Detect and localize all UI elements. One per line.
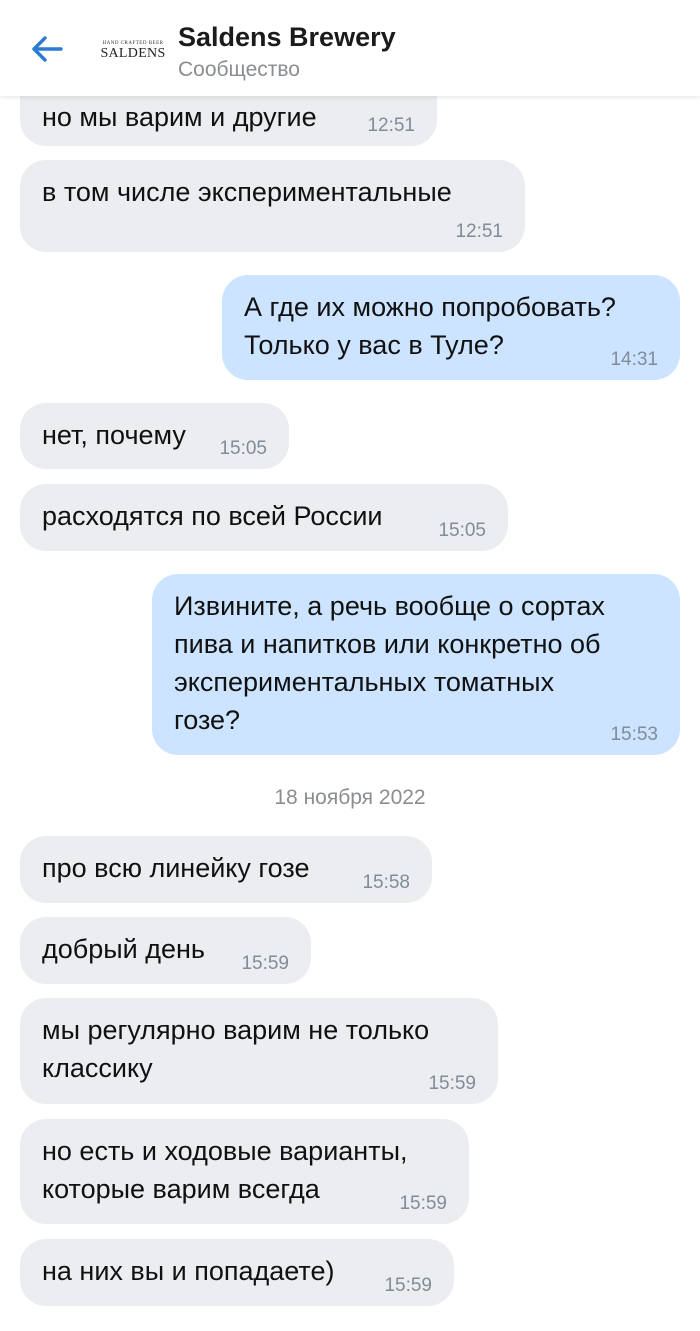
- message-time: 12:51: [367, 115, 415, 136]
- message-bubble[interactable]: мы регулярно варим не только классику 15…: [20, 998, 498, 1104]
- message-text: добрый день: [42, 934, 205, 964]
- message-text: на них вы и попадаете): [42, 1256, 335, 1286]
- message-time: 15:05: [219, 438, 267, 459]
- message-time: 14:31: [610, 349, 658, 370]
- message-text: А где их можно попробовать? Только у вас…: [244, 292, 616, 360]
- message-bubble[interactable]: про всю линейку гозе 15:58: [20, 836, 432, 903]
- message-bubble[interactable]: расходятся по всей России 15:05: [20, 484, 508, 551]
- message-text: в том числе экспериментальные: [42, 177, 452, 207]
- message-time: 15:53: [610, 724, 658, 745]
- message-text: расходятся по всей России: [42, 501, 383, 531]
- arrow-left-icon: [32, 36, 63, 62]
- message-bubble[interactable]: А где их можно попробовать? Только у вас…: [222, 275, 680, 380]
- chat-title[interactable]: Saldens Brewery: [178, 22, 396, 53]
- message-time: 15:59: [399, 1193, 447, 1214]
- message-text: Извините, а речь вообще о сортах пива и …: [174, 591, 605, 735]
- message-time: 15:59: [428, 1073, 476, 1094]
- message-bubble[interactable]: нет, почему 15:05: [20, 403, 289, 469]
- logo-wordmark: SALDENS: [100, 46, 166, 61]
- message-text: но есть и ходовые варианты, которые вари…: [42, 1136, 408, 1204]
- message-text: нет, почему: [42, 420, 186, 450]
- community-logo[interactable]: HAND CRAFTED BEER SALDENS: [100, 38, 166, 64]
- message-bubble[interactable]: на них вы и попадаете) 15:59: [20, 1239, 454, 1306]
- chat-screen: но мы варим и другие 12:51 в том числе э…: [0, 0, 700, 1331]
- message-text: про всю линейку гозе: [42, 853, 310, 883]
- date-separator: 18 ноября 2022: [274, 786, 426, 809]
- chat-subtitle: Сообщество: [178, 58, 300, 81]
- message-bubble[interactable]: но есть и ходовые варианты, которые вари…: [20, 1119, 469, 1224]
- message-time: 15:59: [241, 953, 289, 974]
- message-time: 15:59: [384, 1275, 432, 1296]
- message-time: 15:05: [438, 520, 486, 541]
- message-text: но мы варим и другие: [42, 102, 317, 132]
- message-time: 15:58: [362, 872, 410, 893]
- back-button[interactable]: [22, 24, 72, 74]
- message-bubble[interactable]: в том числе экспериментальные 12:51: [20, 160, 525, 252]
- chat-header: HAND CRAFTED BEER SALDENS Saldens Brewer…: [0, 0, 700, 96]
- message-bubble[interactable]: Извините, а речь вообще о сортах пива и …: [152, 574, 680, 755]
- message-time: 12:51: [455, 221, 503, 242]
- message-bubble[interactable]: добрый день 15:59: [20, 917, 311, 984]
- message-text: мы регулярно варим не только классику: [42, 1015, 430, 1083]
